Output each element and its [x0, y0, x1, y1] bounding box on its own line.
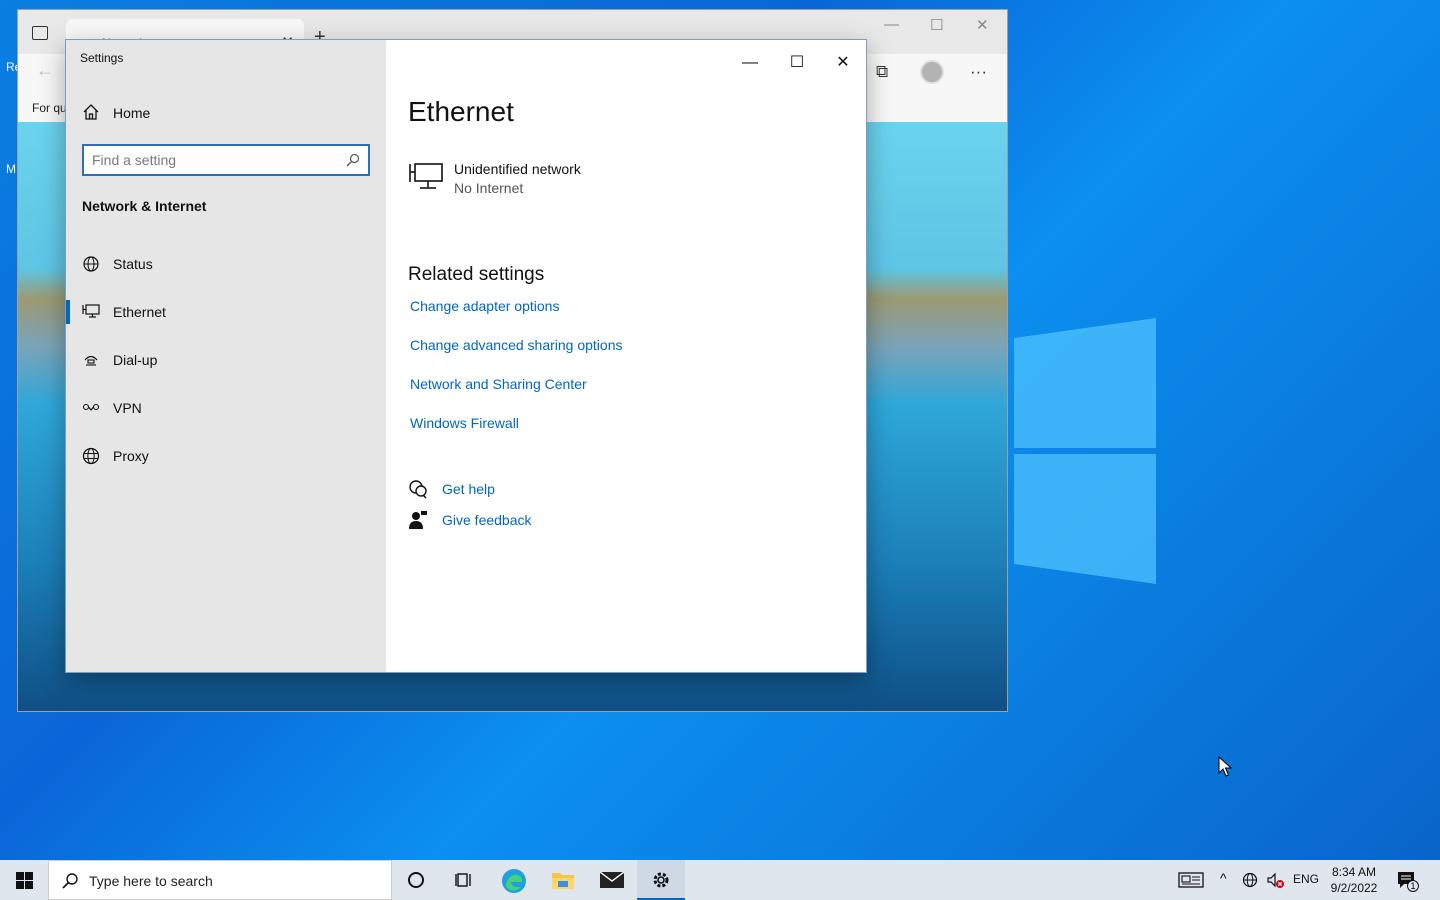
collections-icon[interactable]: ⧉ — [876, 62, 888, 82]
taskbar: Type here to search ^ ENG 8:34 AM 9/2/20… — [0, 860, 1440, 900]
nav-item-label: Dial-up — [113, 352, 158, 368]
search-icon[interactable] — [346, 153, 360, 167]
nav-item-dial-up[interactable]: Dial-up — [66, 340, 386, 380]
ethernet-icon — [82, 304, 100, 318]
nav-item-label: Status — [113, 256, 153, 272]
give-feedback-row[interactable]: Give feedback — [408, 509, 608, 531]
ethernet-network-icon[interactable] — [408, 162, 444, 192]
related-settings-heading: Related settings — [408, 264, 545, 285]
change-advanced-sharing-link[interactable]: Change advanced sharing options — [410, 337, 623, 353]
clock-date: 9/2/2022 — [1330, 881, 1378, 895]
network-status: No Internet — [454, 180, 524, 196]
windows-logo-wallpaper — [1014, 318, 1156, 584]
settings-app-title: Settings — [80, 51, 124, 65]
input-language[interactable]: ENG — [1293, 872, 1319, 886]
back-arrow-icon[interactable]: ← — [36, 60, 54, 81]
home-icon — [83, 104, 99, 120]
home-nav-item[interactable]: Home — [66, 96, 386, 130]
globe-network-icon — [83, 256, 99, 272]
browser-minimize-button[interactable]: — — [884, 16, 899, 33]
browser-maximize-button[interactable]: ☐ — [930, 16, 943, 34]
mail-icon — [600, 872, 624, 888]
nav-item-label: Proxy — [113, 448, 149, 464]
task-view-icon — [455, 873, 471, 887]
more-options-icon[interactable]: ··· — [970, 62, 987, 82]
speaker-muted-icon[interactable] — [1266, 872, 1286, 890]
mouse-cursor-icon — [1218, 756, 1232, 777]
find-setting-input[interactable] — [92, 150, 332, 170]
action-center-button[interactable]: 1 — [1396, 870, 1419, 892]
settings-nav-pane: Settings Home Network & Internet Status — [66, 40, 386, 672]
nav-item-ethernet[interactable]: Ethernet — [66, 292, 386, 332]
nav-item-proxy[interactable]: Proxy — [66, 436, 386, 476]
clock[interactable]: 8:34 AM 9/2/2022 — [1318, 864, 1390, 896]
network-sharing-center-link[interactable]: Network and Sharing Center — [410, 376, 587, 392]
task-view-button[interactable] — [440, 860, 488, 900]
section-title: Network & Internet — [82, 198, 207, 214]
cortana-icon — [408, 872, 424, 888]
nav-item-vpn[interactable]: VPN — [66, 388, 386, 428]
browser-close-button[interactable]: ✕ — [976, 16, 989, 34]
get-help-link: Get help — [442, 481, 495, 497]
settings-window: Settings Home Network & Internet Status — [66, 40, 866, 672]
taskbar-search-placeholder: Type here to search — [89, 873, 213, 889]
find-setting-search-box — [82, 144, 370, 176]
dialup-icon — [84, 355, 98, 366]
clock-time: 8:34 AM — [1331, 865, 1377, 879]
edge-icon — [502, 869, 526, 893]
favorites-bar-label: For qu — [32, 101, 67, 115]
change-adapter-options-link[interactable]: Change adapter options — [410, 298, 559, 314]
folder-icon — [552, 873, 574, 889]
start-button[interactable] — [0, 860, 48, 900]
close-button[interactable]: ✕ — [823, 48, 863, 78]
home-label: Home — [113, 105, 151, 121]
news-widget-icon[interactable] — [1178, 872, 1204, 888]
taskbar-settings-app[interactable] — [637, 860, 685, 900]
taskbar-file-explorer[interactable] — [539, 860, 587, 900]
give-feedback-link: Give feedback — [442, 512, 532, 528]
give-feedback-icon — [409, 511, 427, 529]
taskbar-mail-app[interactable] — [588, 860, 636, 900]
notification-count-badge: 1 — [1407, 880, 1419, 892]
windows-firewall-link[interactable]: Windows Firewall — [410, 415, 519, 431]
tab-actions-icon[interactable] — [32, 26, 48, 40]
search-icon — [62, 873, 78, 889]
get-help-row[interactable]: Get help — [408, 478, 608, 500]
minimize-button[interactable]: — — [730, 48, 770, 78]
network-name[interactable]: Unidentified network — [454, 161, 581, 177]
taskbar-search-box[interactable]: Type here to search — [48, 860, 392, 900]
cortana-button[interactable] — [392, 860, 440, 900]
vpn-icon — [82, 403, 100, 411]
network-globe-icon[interactable] — [1242, 872, 1260, 890]
get-help-icon — [409, 480, 427, 499]
nav-item-status[interactable]: Status — [66, 244, 386, 284]
gear-icon — [653, 872, 669, 888]
settings-content-pane: — ☐ ✕ Ethernet Unidentified network No I… — [386, 40, 866, 672]
globe-icon — [82, 447, 100, 465]
nav-item-label: VPN — [113, 400, 142, 416]
windows-start-icon — [16, 872, 33, 889]
nav-item-label: Ethernet — [113, 304, 166, 320]
profile-avatar[interactable] — [920, 60, 944, 84]
show-hidden-icons-chevron-icon[interactable]: ^ — [1220, 870, 1227, 886]
page-title: Ethernet — [408, 96, 514, 127]
taskbar-edge-app[interactable] — [490, 860, 538, 900]
maximize-button[interactable]: ☐ — [777, 48, 817, 78]
